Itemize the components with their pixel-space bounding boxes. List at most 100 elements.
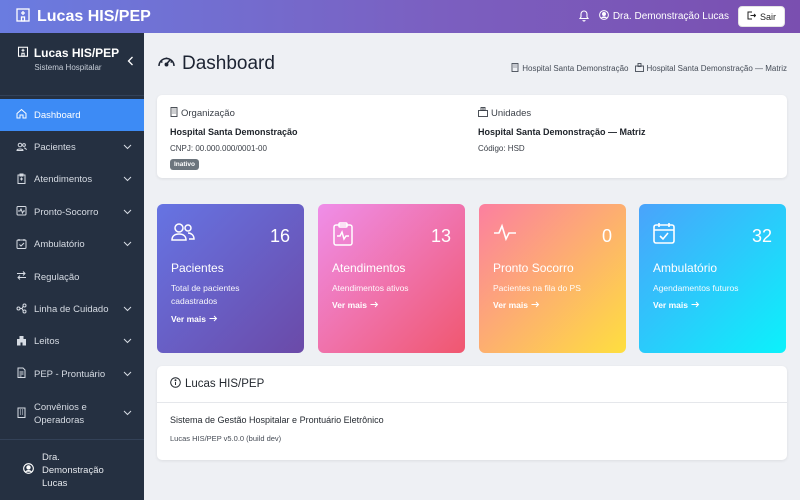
units-header-label: Unidades [491,108,532,119]
see-more-label: Ver mais [653,300,688,310]
sidebar-item-label: Atendimentos [34,174,93,186]
sidebar-user[interactable]: Dra. Demonstração Lucas [0,439,144,500]
breadcrumb-label: Hospital Santa Demonstração [522,64,629,73]
sidebar-item-pep-prontuario[interactable]: PEP - Prontuário [0,358,144,390]
sidebar-item-pacientes[interactable]: Pacientes [0,131,144,163]
chevron-down-icon [123,142,132,153]
arrow-right-icon [209,314,218,324]
chevron-down-icon [123,336,132,347]
main-content: Dashboard Hospital Santa Demonstração Ho… [144,33,800,500]
user-menu[interactable]: Dra. Demonstração Lucas [598,10,729,23]
sidebar-item-label: Leitos [34,336,60,348]
stat-description: Pacientes na fila do PS [493,283,581,293]
sidebar-item-label: Ambulatório [34,239,85,251]
organization-cnpj: CNPJ: 00.000.000/0001-00 [170,144,267,153]
arrow-right-icon [370,300,379,310]
chevron-down-icon [123,174,132,185]
sidebar-nav: Dashboard Pacientes Atendimentos Pronto-… [0,99,144,437]
hospital-icon [478,107,488,120]
stat-description: Agendamentos futuros [653,283,739,293]
stat-value: 0 [601,226,612,246]
organization-name: Hospital Santa Demonstração [170,127,298,137]
navbar-brand[interactable]: Lucas HIS/PEP [0,6,151,27]
see-more-link[interactable]: Ver mais [653,300,700,310]
sidebar-item-ambulatorio[interactable]: Ambulatório [0,229,144,261]
calendar-check-icon [16,238,27,252]
about-card: Lucas HIS/PEP Sistema de Gestão Hospital… [157,366,787,460]
sidebar-item-regulacao[interactable]: Regulação [0,261,144,293]
stat-card-atendimentos: 13 Atendimentos Atendimentos ativos Ver … [318,204,465,353]
chevron-down-icon [123,304,132,315]
sidebar-item-label: PEP - Prontuário [34,368,106,380]
users-icon [171,222,195,247]
building-icon [170,107,178,120]
stat-title: Pacientes [171,261,224,275]
pulse-icon [16,205,27,219]
stat-title: Ambulatório [653,261,718,275]
stat-value: 32 [751,226,772,246]
breadcrumb-item[interactable]: Hospital Santa Demonstração [511,63,629,74]
user-circle-icon [598,10,609,23]
home-icon [16,108,27,122]
stat-description: Atendimentos ativos [332,283,409,293]
navbar-brand-label: Lucas HIS/PEP [37,7,151,25]
organization-card: Organização Hospital Santa Demonstração … [157,95,787,178]
about-card-header: Lucas HIS/PEP [157,366,787,403]
about-card-body: Sistema de Gestão Hospitalar e Prontuári… [157,403,787,455]
about-card-title: Lucas HIS/PEP [185,378,265,390]
user-name: Dra. Demonstração Lucas [612,11,729,22]
sidebar-item-dashboard[interactable]: Dashboard [0,99,144,132]
see-more-label: Ver mais [171,314,206,324]
sidebar-item-pronto-socorro[interactable]: Pronto-Socorro [0,196,144,228]
sidebar-item-label: Pronto-Socorro [34,206,99,218]
app-version: Lucas HIS/PEP v5.0.0 (build dev) [170,434,282,443]
arrows-exchange-icon [16,270,27,284]
sidebar-item-linha-de-cuidado[interactable]: Linha de Cuidado [0,293,144,325]
sidebar-header: Lucas HIS/PEP Sistema Hospitalar [0,33,144,96]
logout-button[interactable]: Sair [737,6,785,27]
hospital-icon [16,335,27,349]
about-description: Sistema de Gestão Hospitalar e Prontuári… [170,415,384,425]
sidebar-user-name: Dra. Demonstração Lucas [42,451,104,489]
sidebar-subtitle: Sistema Hospitalar [34,63,102,72]
building-icon [511,63,519,74]
chevron-down-icon [123,207,132,218]
sidebar-item-convenios[interactable]: Convênios e Operadoras [0,391,144,437]
sidebar-title-label: Lucas HIS/PEP [33,45,120,60]
sidebar-item-atendimentos[interactable]: Atendimentos [0,164,144,196]
see-more-label: Ver mais [493,300,528,310]
chevron-down-icon [123,369,132,380]
bell-icon[interactable] [578,9,590,25]
logout-icon [747,11,757,22]
stat-description: Total de pacientes cadastrados [171,283,240,306]
chevron-down-icon [123,239,132,250]
see-more-label: Ver mais [332,300,367,310]
hospital-icon [15,6,31,27]
unit-name: Hospital Santa Demonstração — Matriz [478,127,646,137]
hospital-icon [17,45,29,60]
breadcrumb-item[interactable]: Hospital Santa Demonstração — Matriz [634,63,788,74]
top-navbar: Lucas HIS/PEP Dra. Demonstração Lucas Sa… [0,0,800,33]
organization-section: Organização Hospital Santa Demonstração … [170,107,298,171]
sidebar-item-leitos[interactable]: Leitos [0,326,144,358]
stat-card-pacientes: 16 Pacientes Total de pacientes cadastra… [157,204,304,353]
clipboard-pulse-icon [332,222,354,251]
organization-header-label: Organização [181,108,235,119]
see-more-link[interactable]: Ver mais [493,300,540,310]
chevron-down-icon [123,408,132,419]
hospital-icon [634,63,644,74]
sidebar-title: Lucas HIS/PEP [0,45,144,60]
sidebar-item-label: Linha de Cuidado [34,304,109,316]
building-icon [16,407,27,421]
sidebar-item-label: Pacientes [34,142,76,154]
organization-header: Organização [170,107,298,120]
calendar-check-icon [653,222,675,249]
flow-icon [16,303,27,317]
clipboard-icon [16,173,27,187]
chevron-left-icon[interactable] [127,53,134,71]
logout-label: Sair [759,11,776,22]
see-more-link[interactable]: Ver mais [171,314,218,324]
users-icon [16,141,27,155]
breadcrumb-label: Hospital Santa Demonstração — Matriz [646,64,788,73]
see-more-link[interactable]: Ver mais [332,300,379,310]
